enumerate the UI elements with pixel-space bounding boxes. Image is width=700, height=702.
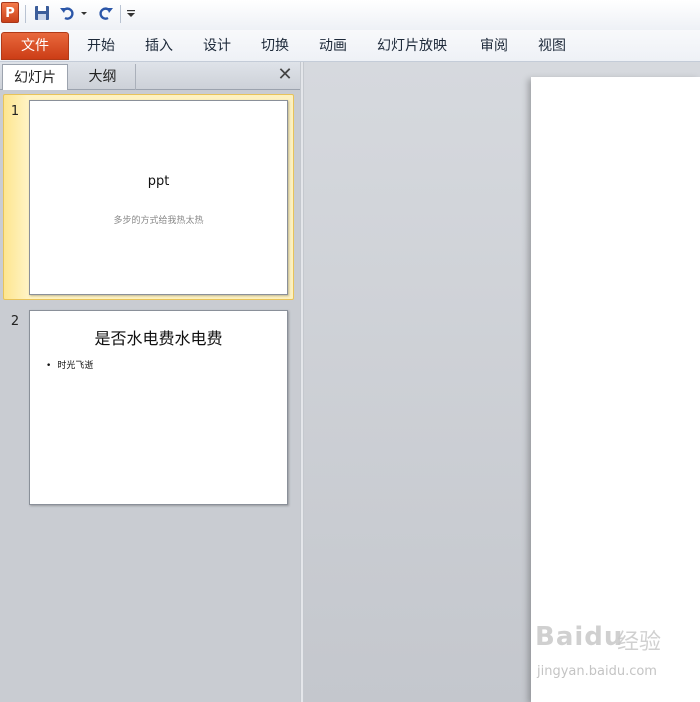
- pane-tab-bar: 幻灯片 大纲 ✕: [0, 62, 300, 90]
- tab-home[interactable]: 开始: [87, 32, 115, 60]
- quick-access-toolbar: P: [0, 0, 700, 30]
- customize-toolbar-icon[interactable]: [126, 4, 136, 24]
- tab-slide-show[interactable]: 幻灯片放映: [377, 32, 447, 60]
- slide-number: 1: [10, 104, 20, 119]
- slides-pane: 幻灯片 大纲 ✕ 1 ppt 多步的方式给我热太热 2 是否水电费水电费 • 时光…: [0, 62, 300, 702]
- slide-editing-area: [304, 62, 700, 702]
- undo-dropdown-icon[interactable]: [80, 4, 88, 24]
- tab-insert[interactable]: 插入: [145, 32, 173, 60]
- slide-number: 2: [10, 314, 20, 329]
- tab-design[interactable]: 设计: [203, 32, 231, 60]
- tab-animations[interactable]: 动画: [319, 32, 347, 60]
- tab-file[interactable]: 文件: [1, 32, 69, 60]
- watermark-logo: Baidu: [535, 622, 624, 652]
- current-slide-canvas[interactable]: [531, 77, 700, 702]
- toolbar-separator: [25, 5, 26, 23]
- toolbar-separator: [120, 5, 121, 23]
- tab-transitions[interactable]: 切换: [261, 32, 289, 60]
- slide-title: 是否水电费水电费: [94, 329, 223, 348]
- tab-outline[interactable]: 大纲: [70, 64, 136, 90]
- tab-review[interactable]: 审阅: [480, 32, 508, 60]
- slide-bullet: • 时光飞逝: [46, 358, 93, 371]
- slide-title: ppt: [147, 174, 170, 189]
- bullet-text: 时光飞逝: [57, 361, 94, 371]
- bullet-icon: •: [46, 361, 52, 371]
- baidu-watermark: Baidu 经验 jingyan.baidu.com: [535, 622, 695, 692]
- ribbon-tab-bar: 文件 开始 插入 设计 切换 动画 幻灯片放映 审阅 视图: [0, 30, 700, 62]
- undo-icon[interactable]: [59, 4, 77, 24]
- slide-thumbnail-list[interactable]: 1 ppt 多步的方式给我热太热 2 是否水电费水电费 • 时光飞逝: [0, 90, 300, 702]
- watermark-text: 经验: [617, 630, 662, 655]
- close-icon[interactable]: ✕: [276, 66, 294, 84]
- slide-thumbnail-1[interactable]: ppt 多步的方式给我热太热: [29, 100, 288, 295]
- tab-view[interactable]: 视图: [538, 32, 566, 60]
- slide-subtitle: 多步的方式给我热太热: [113, 216, 204, 226]
- powerpoint-app-icon[interactable]: P: [1, 2, 19, 23]
- watermark-url: jingyan.baidu.com: [537, 664, 657, 679]
- tab-slides[interactable]: 幻灯片: [2, 64, 68, 90]
- slide-thumbnail-2[interactable]: 是否水电费水电费 • 时光飞逝: [29, 310, 288, 505]
- save-icon[interactable]: [33, 4, 51, 24]
- redo-icon[interactable]: [96, 4, 114, 24]
